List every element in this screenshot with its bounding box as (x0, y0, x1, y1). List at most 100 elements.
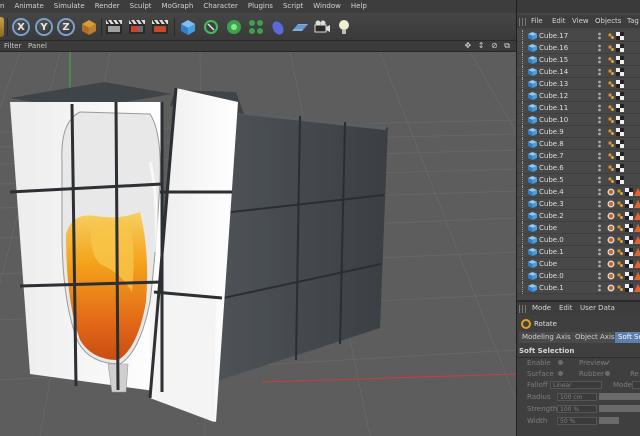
object-row[interactable]: Cube (517, 258, 640, 270)
selection-tag-icon[interactable] (634, 284, 640, 292)
material-tag-icon[interactable] (607, 236, 615, 244)
object-row[interactable]: Cube.7 (517, 150, 640, 162)
visibility-dots-icon[interactable] (597, 224, 602, 232)
texture-tag-icon[interactable] (625, 200, 633, 208)
coordinate-system-icon[interactable] (79, 17, 99, 37)
texture-tag-icon[interactable] (625, 260, 633, 268)
visibility-dots-icon[interactable] (597, 248, 602, 256)
menu-item-sculpt[interactable]: Sculpt (125, 0, 157, 13)
material-tag-icon[interactable] (607, 188, 615, 196)
phong-tag-icon[interactable] (616, 284, 624, 292)
object-name[interactable]: Cube.10 (539, 114, 568, 126)
selection-tag-icon[interactable] (634, 272, 640, 280)
visibility-dots-icon[interactable] (597, 140, 602, 148)
object-row[interactable]: Cube.1 (517, 282, 640, 294)
phong-tag-icon[interactable] (616, 224, 624, 232)
cube-primitive-icon[interactable] (178, 17, 198, 37)
objects-menu-tags[interactable]: Tag (627, 15, 639, 28)
phong-tag-icon[interactable] (607, 32, 615, 40)
render-view-icon[interactable] (104, 17, 124, 37)
object-row[interactable]: Cube.16 (517, 42, 640, 54)
viewport-menu-panel[interactable]: Panel (28, 41, 47, 51)
scale-tool-icon[interactable] (0, 17, 4, 37)
texture-tag-icon[interactable] (625, 188, 633, 196)
visibility-dots-icon[interactable] (597, 212, 602, 220)
visibility-dots-icon[interactable] (597, 68, 602, 76)
tab-object-axis[interactable]: Object Axis (572, 332, 619, 343)
visibility-dots-icon[interactable] (597, 164, 602, 172)
strength-slider[interactable] (599, 405, 640, 412)
texture-tag-icon[interactable] (616, 176, 624, 184)
material-tag-icon[interactable] (607, 260, 615, 268)
visibility-dots-icon[interactable] (597, 272, 602, 280)
texture-tag-icon[interactable] (616, 104, 624, 112)
object-name[interactable]: Cube.8 (539, 138, 564, 150)
visibility-dots-icon[interactable] (597, 188, 602, 196)
menu-item-edit[interactable]: n (0, 0, 9, 13)
selection-tag-icon[interactable] (634, 224, 640, 232)
strength-input[interactable]: 100 % (557, 405, 597, 413)
menu-item-window[interactable]: Window (308, 0, 346, 13)
phong-tag-icon[interactable] (607, 44, 615, 52)
phong-tag-icon[interactable] (607, 128, 615, 136)
phong-tag-icon[interactable] (607, 80, 615, 88)
width-slider[interactable] (599, 417, 619, 424)
texture-tag-icon[interactable] (616, 56, 624, 64)
object-name[interactable]: Cube.15 (539, 54, 568, 66)
texture-tag-icon[interactable] (616, 80, 624, 88)
object-name[interactable]: Cube.1 (539, 246, 564, 258)
z-axis-lock-button[interactable]: Z (57, 18, 75, 36)
phong-tag-icon[interactable] (607, 116, 615, 124)
texture-tag-icon[interactable] (616, 44, 624, 52)
object-name[interactable]: Cube.6 (539, 162, 564, 174)
phong-tag-icon[interactable] (616, 212, 624, 220)
viewport-3d[interactable] (0, 52, 516, 436)
material-tag-icon[interactable] (607, 212, 615, 220)
visibility-dots-icon[interactable] (597, 128, 602, 136)
phong-tag-icon[interactable] (607, 176, 615, 184)
visibility-dots-icon[interactable] (597, 200, 602, 208)
phong-tag-icon[interactable] (607, 68, 615, 76)
material-tag-icon[interactable] (607, 272, 615, 280)
object-row[interactable]: Cube.0 (517, 270, 640, 282)
surface-checkbox[interactable] (558, 371, 563, 376)
texture-tag-icon[interactable] (625, 248, 633, 256)
visibility-dots-icon[interactable] (597, 80, 602, 88)
object-name[interactable]: Cube.7 (539, 150, 564, 162)
object-name[interactable]: Cube.0 (539, 270, 564, 282)
object-name[interactable]: Cube (539, 222, 557, 234)
object-row[interactable]: Cube.12 (517, 90, 640, 102)
object-row[interactable]: Cube.2 (517, 210, 640, 222)
x-axis-lock-button[interactable]: X (12, 18, 30, 36)
camera-icon[interactable] (312, 17, 332, 37)
object-name[interactable]: Cube.9 (539, 126, 564, 138)
object-name[interactable]: Cube (539, 258, 557, 270)
visibility-dots-icon[interactable] (597, 56, 602, 64)
object-row[interactable]: Cube.9 (517, 126, 640, 138)
object-row[interactable]: Cube.10 (517, 114, 640, 126)
light-icon[interactable] (334, 17, 354, 37)
objects-menu-edit[interactable]: Edit (552, 15, 566, 28)
object-name[interactable]: Cube.16 (539, 42, 568, 54)
attr-menu-user-data[interactable]: User Data (580, 302, 615, 315)
selection-tag-icon[interactable] (634, 212, 640, 220)
object-name[interactable]: Cube.3 (539, 198, 564, 210)
object-row[interactable]: Cube.15 (517, 54, 640, 66)
object-name[interactable]: Cube.1 (539, 282, 564, 294)
texture-tag-icon[interactable] (625, 212, 633, 220)
objects-menu-view[interactable]: View (572, 15, 589, 28)
texture-tag-icon[interactable] (616, 152, 624, 160)
menu-item-simulate[interactable]: Simulate (49, 0, 90, 13)
object-row[interactable]: Cube.11 (517, 102, 640, 114)
width-input[interactable]: 50 % (557, 417, 597, 425)
phong-tag-icon[interactable] (607, 164, 615, 172)
radius-input[interactable]: 100 cm (557, 393, 597, 401)
y-axis-lock-button[interactable]: Y (35, 18, 53, 36)
texture-tag-icon[interactable] (625, 236, 633, 244)
selection-tag-icon[interactable] (634, 248, 640, 256)
visibility-dots-icon[interactable] (597, 104, 602, 112)
texture-tag-icon[interactable] (616, 116, 624, 124)
spline-pen-icon[interactable] (201, 17, 221, 37)
enable-checkbox[interactable] (558, 360, 563, 365)
visibility-dots-icon[interactable] (597, 92, 602, 100)
